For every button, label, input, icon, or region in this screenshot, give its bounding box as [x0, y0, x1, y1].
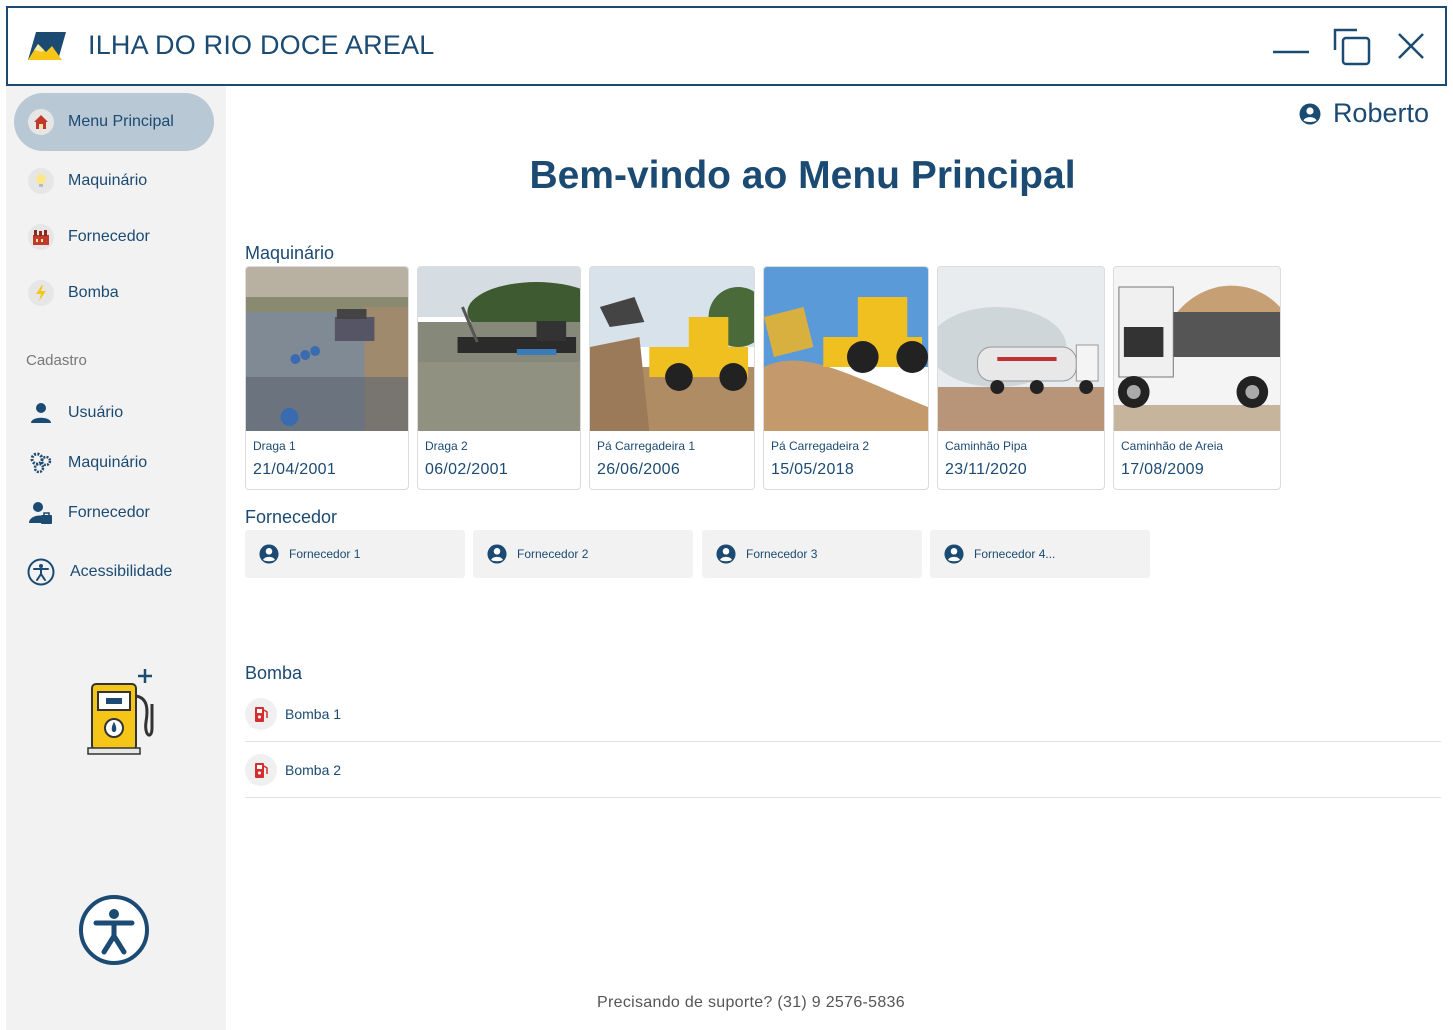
sidebar-item-label: Fornecedor	[68, 504, 150, 521]
house-icon	[28, 109, 54, 135]
supplier-name: Fornecedor 1	[289, 547, 361, 561]
machine-photo	[938, 267, 1104, 431]
app-title: ILHA DO RIO DOCE AREAL	[88, 30, 435, 60]
user-menu[interactable]: Roberto	[1299, 98, 1429, 129]
machine-date: 06/02/2001	[425, 461, 509, 478]
supplier-name: Fornecedor 2	[517, 547, 589, 561]
page-title: Bem-vindo ao Menu Principal	[529, 154, 1076, 197]
machine-photo	[418, 267, 580, 431]
machine-photo	[590, 267, 754, 431]
machine-photo	[764, 267, 928, 431]
sidebar-item-menu-principal[interactable]: Menu Principal	[14, 93, 214, 151]
close-button[interactable]	[1387, 22, 1435, 70]
gears-icon	[28, 450, 54, 476]
accessibility-icon	[26, 557, 56, 587]
machine-name: Pá Carregadeira 1	[597, 439, 696, 453]
machine-date: 17/08/2009	[1121, 461, 1205, 478]
machine-card-draga-2[interactable]: Draga 2 06/02/2001	[417, 266, 581, 490]
sidebar-item-usuario[interactable]: Usuário	[14, 389, 214, 437]
user-circle-icon	[944, 544, 964, 564]
section-title-maquinario: Maquinário	[245, 243, 335, 263]
section-title-bomba: Bomba	[245, 663, 303, 683]
pump-name: Bomba 2	[285, 761, 342, 778]
machine-name: Draga 1	[253, 439, 296, 453]
machine-card-draga-1[interactable]: Draga 1 21/04/2001	[245, 266, 409, 490]
machine-date: 15/05/2018	[771, 461, 855, 478]
sidebar-item-maquinario[interactable]: Maquinário	[14, 157, 214, 205]
sidebar-item-label: Maquinário	[68, 454, 148, 471]
machine-date: 21/04/2001	[253, 461, 337, 478]
title-bar: ILHA DO RIO DOCE AREAL	[6, 6, 1447, 86]
sidebar-item-label: Menu Principal	[68, 113, 174, 130]
machine-name: Caminhão de Areia	[1121, 439, 1224, 453]
machine-card-pa-carregadeira-1[interactable]: Pá Carregadeira 1 26/06/2006	[589, 266, 755, 490]
pump-list-item[interactable]: Bomba 1	[245, 686, 1441, 742]
supplier-name: Fornecedor 4...	[974, 547, 1056, 561]
pump-list-item[interactable]: Bomba 2	[245, 742, 1441, 798]
supplier-name: Fornecedor 3	[746, 547, 818, 561]
user-circle-icon	[487, 544, 507, 564]
restore-icon	[1333, 28, 1371, 66]
lightning-icon	[28, 280, 54, 306]
user-icon	[28, 400, 54, 426]
add-fuel-pump-icon[interactable]	[86, 666, 166, 756]
machine-photo	[246, 267, 408, 431]
factory-icon	[28, 224, 54, 250]
machine-date: 26/06/2006	[597, 461, 681, 478]
close-icon	[1398, 33, 1424, 59]
sidebar-item-bomba[interactable]: Bomba	[14, 269, 214, 317]
fuel-pump-icon	[245, 753, 277, 786]
restore-button[interactable]	[1329, 22, 1377, 70]
user-circle-icon	[1299, 103, 1321, 124]
supplier-item[interactable]: Fornecedor 3	[702, 530, 922, 578]
supplier-item[interactable]: Fornecedor 2	[473, 530, 693, 578]
sidebar-item-label: Acessibilidade	[70, 563, 173, 580]
section-label-cadastro: Cadastro	[26, 352, 87, 369]
sidebar-item-label: Bomba	[68, 284, 119, 301]
minimize-button[interactable]	[1267, 22, 1315, 70]
machine-name: Pá Carregadeira 2	[771, 439, 870, 453]
machine-name: Draga 2	[425, 439, 468, 453]
lightbulb-icon	[28, 168, 54, 194]
sidebar-item-acessibilidade[interactable]: Acessibilidade	[14, 548, 214, 596]
user-name: Roberto	[1332, 98, 1429, 128]
machine-card-caminhao-pipa[interactable]: Caminhão Pipa 23/11/2020	[937, 266, 1105, 490]
sidebar-item-label: Fornecedor	[68, 228, 150, 245]
machine-photo	[1114, 267, 1280, 431]
user-circle-icon	[716, 544, 736, 564]
support-footer: Precisando de suporte? (31) 9 2576-5836	[597, 994, 905, 1011]
sidebar-item-fornecedor[interactable]: Fornecedor	[14, 213, 214, 261]
section-title-fornecedor: Fornecedor	[245, 507, 338, 527]
machine-card-pa-carregadeira-2[interactable]: Pá Carregadeira 2 15/05/2018	[763, 266, 929, 490]
sidebar-item-cadastro-fornecedor[interactable]: Fornecedor	[14, 489, 214, 537]
fuel-pump-icon	[245, 697, 277, 730]
accessibility-button[interactable]	[78, 894, 150, 966]
sidebar-item-label: Usuário	[68, 404, 124, 421]
supplier-item[interactable]: Fornecedor 1	[245, 530, 465, 578]
minimize-icon	[1273, 50, 1309, 54]
supplier-item[interactable]: Fornecedor 4...	[930, 530, 1150, 578]
user-briefcase-icon	[28, 500, 54, 526]
sidebar-item-label: Maquinário	[68, 172, 148, 189]
machine-name: Caminhão Pipa	[945, 439, 1028, 453]
machine-card-caminhao-de-areia[interactable]: Caminhão de Areia 17/08/2009	[1113, 266, 1281, 490]
user-circle-icon	[259, 544, 279, 564]
app-logo	[28, 32, 66, 60]
machine-date: 23/11/2020	[945, 461, 1027, 478]
sidebar: Menu Principal Maquinário Fornecedor Bom…	[6, 86, 226, 1030]
pump-name: Bomba 1	[285, 705, 342, 722]
sidebar-item-cadastro-maquinario[interactable]: Maquinário	[14, 439, 214, 487]
